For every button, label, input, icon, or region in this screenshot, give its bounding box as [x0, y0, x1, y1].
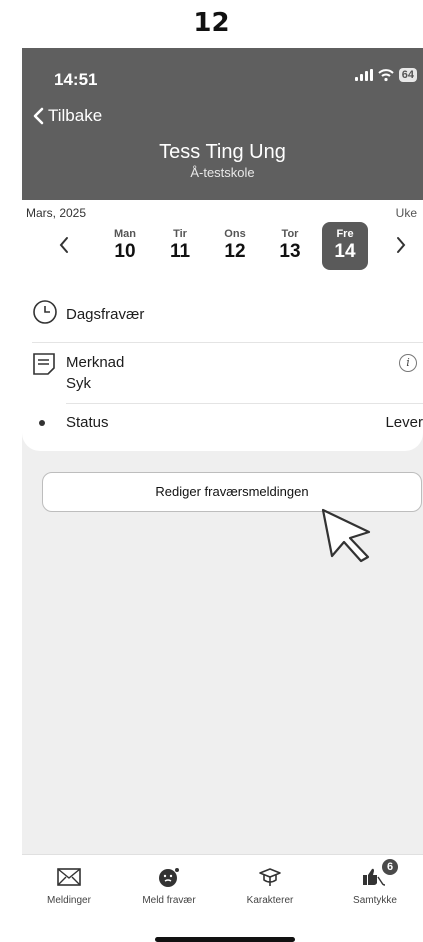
app-header: 14:51 64 Tilbake Tess Ting Ung Å-testsko… — [22, 48, 423, 200]
step-number: 12 — [193, 8, 230, 38]
day-wed[interactable]: Ons 12 — [212, 222, 258, 270]
previous-week-button[interactable] — [52, 230, 76, 260]
school-name: Å-testskole — [190, 165, 255, 180]
status-label: Status — [66, 414, 109, 431]
absence-card: Dagsfravær Merknad Syk i Status Lever — [22, 283, 423, 451]
envelope-icon — [57, 868, 81, 886]
tab-label: Karakterer — [246, 895, 294, 906]
tab-meld-fravaer[interactable]: Meld fravær — [124, 863, 214, 906]
status-time: 14:51 — [54, 70, 98, 89]
back-button[interactable]: Tilbake — [32, 106, 102, 126]
divider — [66, 403, 423, 404]
clock-icon — [33, 300, 57, 324]
phone-screen: 14:51 64 Tilbake Tess Ting Ung Å-testsko… — [22, 48, 423, 942]
chevron-left-icon — [33, 107, 44, 125]
graduation-cap-icon — [259, 868, 281, 886]
tab-label: Samtykke — [353, 895, 397, 906]
day-name: Tir — [173, 228, 187, 240]
day-name: Ons — [224, 228, 246, 240]
student-name: Tess Ting Ung — [159, 141, 286, 163]
day-name: Tor — [281, 228, 299, 240]
bullet-icon — [39, 420, 45, 426]
tab-label: Meldinger — [47, 895, 91, 906]
note-value: Syk — [66, 375, 92, 392]
day-date: 10 — [114, 241, 136, 262]
day-thu[interactable]: Tor 13 — [267, 222, 313, 270]
day-list: Man 10 Tir 11 Ons 12 Tor 13 Fre 14 — [102, 222, 368, 270]
wifi-icon — [378, 69, 394, 82]
note-row: Merknad Syk i — [22, 350, 423, 398]
tab-meldinger[interactable]: Meldinger — [24, 863, 114, 906]
week-label[interactable]: Uke — [396, 206, 417, 220]
tab-samtykke[interactable]: 6 Samtykke — [330, 859, 420, 906]
back-label: Tilbake — [48, 106, 103, 125]
info-icon[interactable]: i — [399, 354, 417, 372]
tab-label: Meld fravær — [142, 895, 196, 906]
signal-icon — [354, 69, 373, 81]
battery-icon: 64 — [398, 68, 417, 82]
edit-absence-button[interactable]: Rediger fraværsmeldingen — [42, 472, 422, 512]
mouse-cursor-icon — [321, 508, 371, 563]
status-icons: 64 — [354, 68, 417, 82]
sick-face-icon — [159, 868, 179, 887]
notification-badge: 6 — [382, 859, 398, 875]
status-value: Lever — [385, 414, 423, 431]
note-label: Merknad — [66, 354, 125, 371]
day-date: 11 — [169, 241, 191, 262]
absence-type-row: Dagsfravær — [22, 299, 423, 329]
divider — [32, 342, 423, 343]
day-name: Fre — [336, 228, 354, 240]
day-mon[interactable]: Man 10 — [102, 222, 148, 270]
chevron-left-icon — [59, 237, 68, 253]
note-icon — [33, 353, 55, 375]
day-date: 14 — [334, 241, 356, 262]
absence-type: Dagsfravær — [66, 306, 145, 323]
tab-bar: Meldinger Meld fravær Karakterer 6 Samty… — [22, 854, 423, 942]
status-row: Status Lever — [22, 410, 423, 436]
tab-karakterer[interactable]: Karakterer — [225, 863, 315, 906]
month-label: Mars, 2025 — [26, 206, 87, 220]
chevron-right-icon — [397, 237, 406, 253]
day-date: 13 — [279, 241, 301, 262]
week-selector: Mars, 2025 Uke Man 10 Tir 11 Ons 12 Tor … — [22, 200, 423, 283]
home-indicator — [155, 937, 295, 942]
next-week-button[interactable] — [389, 230, 413, 260]
day-name: Man — [114, 228, 136, 240]
day-tue[interactable]: Tir 11 — [157, 222, 203, 270]
day-fri-selected[interactable]: Fre 14 — [322, 222, 368, 270]
day-date: 12 — [224, 241, 246, 262]
